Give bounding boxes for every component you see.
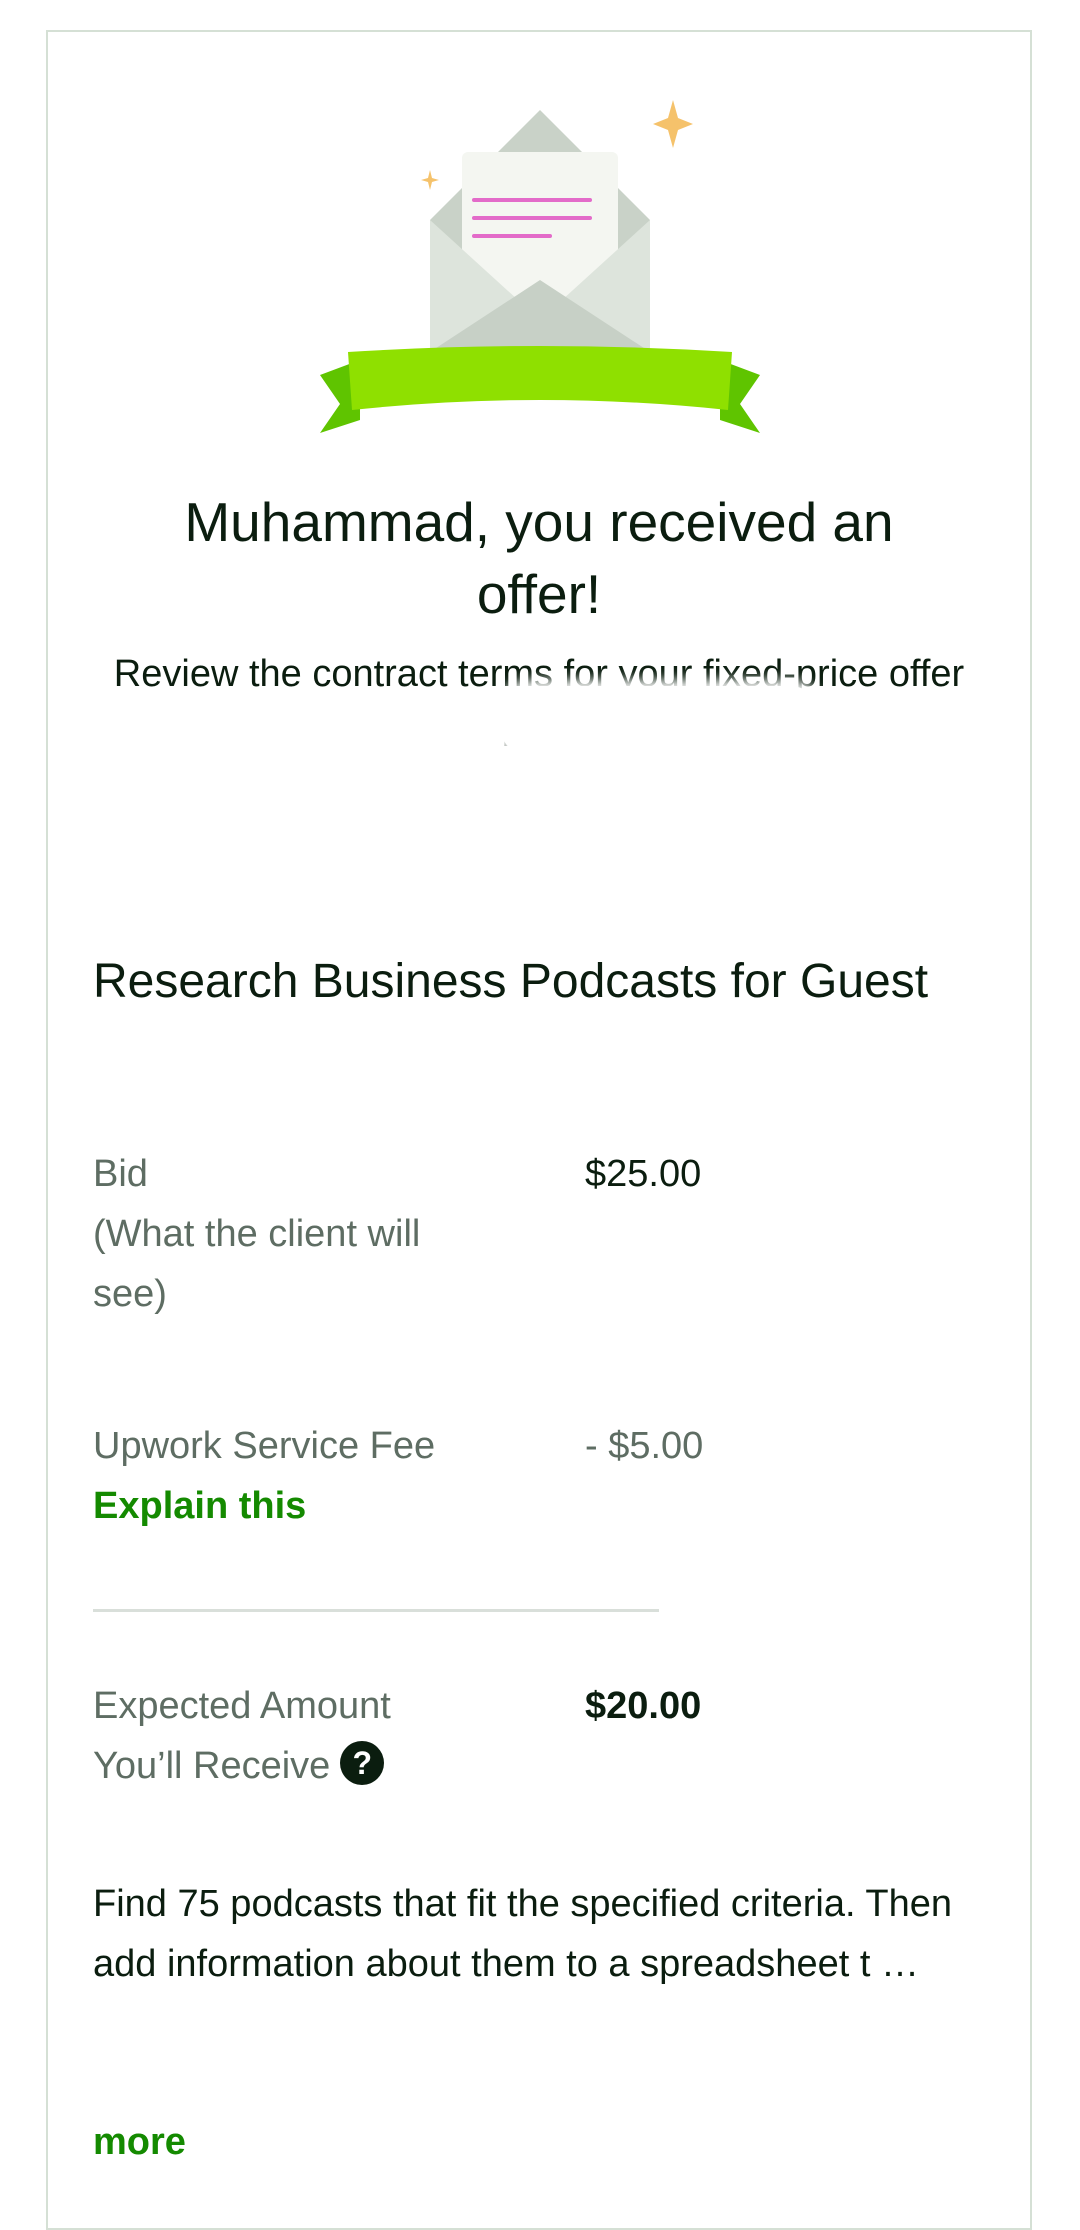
- amount-divider: [93, 1609, 659, 1612]
- expected-amount-label-text: You’ll Receive: [93, 1745, 331, 1787]
- more-link[interactable]: more: [93, 2112, 186, 2172]
- bid-label: Bid: [93, 1153, 148, 1195]
- expected-amount-value: $20.00: [585, 1685, 702, 1727]
- sparkle-large-icon: [653, 100, 693, 148]
- bid-value: $25.00: [585, 1153, 702, 1195]
- ribbon-band: [348, 346, 732, 410]
- expected-amount-label: Expected Amount: [93, 1685, 391, 1727]
- job-description: Find 75 podcasts that fit the specified …: [93, 1883, 952, 1985]
- bid-sublabel-cont: see): [93, 1273, 167, 1315]
- bid-sublabel: (What the client will: [93, 1213, 421, 1255]
- job-title: Research Business Podcasts for Guest: [93, 955, 929, 1008]
- offer-headline: Muhammad, you received an offer!: [184, 491, 894, 625]
- help-circle-icon[interactable]: ?: [340, 1741, 385, 1785]
- envelope-illustration: [320, 100, 760, 433]
- expected-amount-label-cont: You’ll Receive?: [93, 1736, 573, 1796]
- service-fee-value: - $5.00: [585, 1425, 704, 1467]
- explain-fee-link[interactable]: Explain this: [93, 1476, 306, 1536]
- redacted-client-name: [500, 686, 820, 756]
- service-fee-label: Upwork Service Fee: [93, 1425, 436, 1467]
- sparkle-small-icon: [421, 170, 439, 190]
